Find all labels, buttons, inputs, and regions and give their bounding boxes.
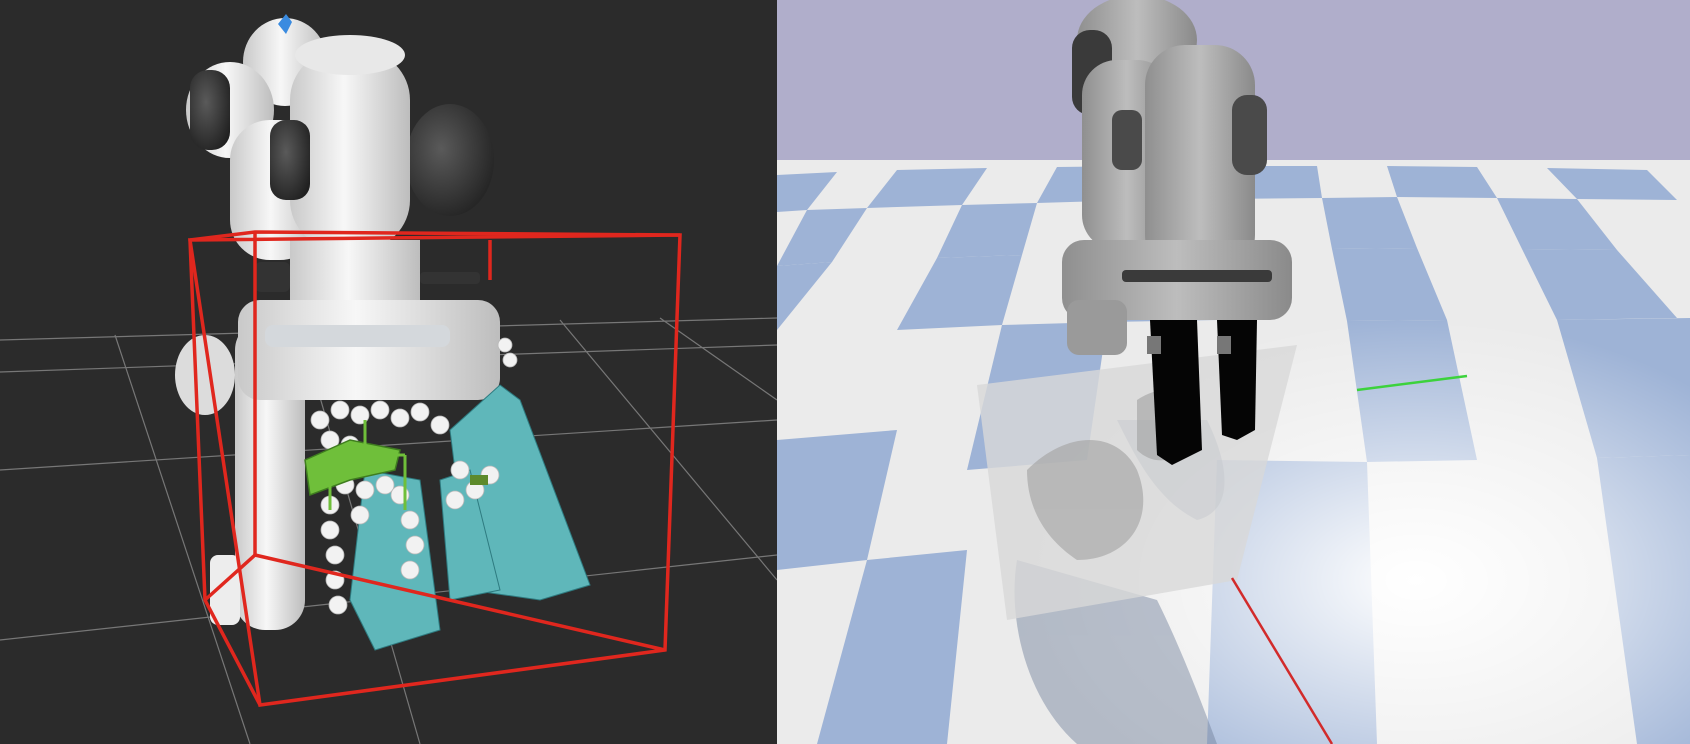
simulator-viewport[interactable]: [777, 0, 1690, 744]
voxel-obstacle: [349, 384, 591, 651]
rviz-panel: [0, 0, 777, 744]
rviz-viewport[interactable]: [0, 0, 777, 744]
simulation-views: [0, 0, 1690, 744]
simulator-panel: [777, 0, 1690, 744]
